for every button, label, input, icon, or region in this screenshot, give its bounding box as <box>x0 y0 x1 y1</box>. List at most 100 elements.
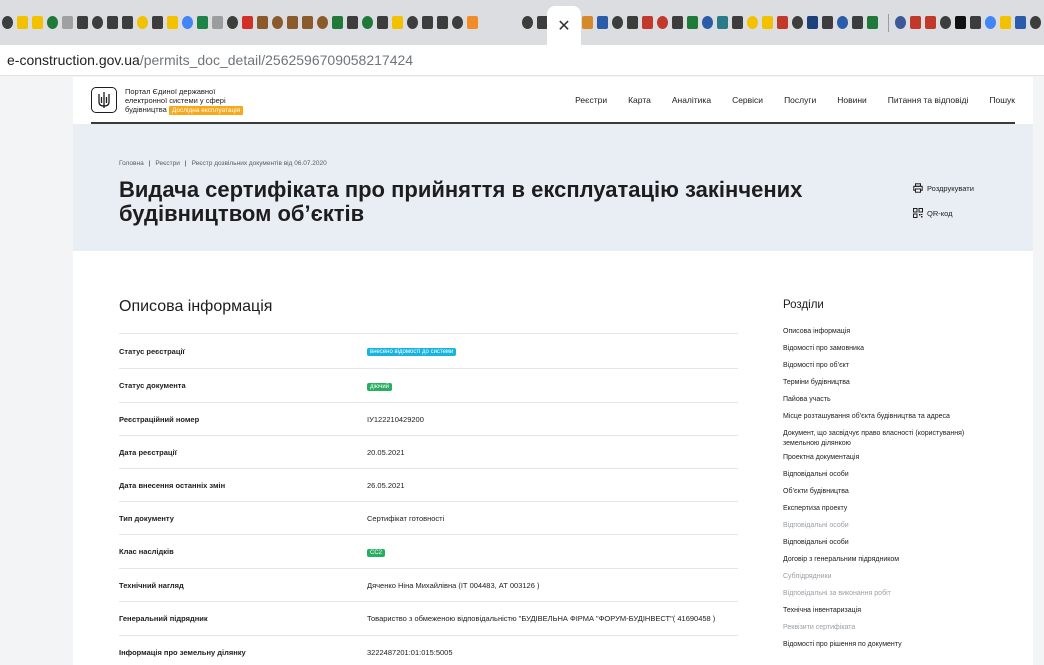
row-value: внесено відомості до системи <box>367 346 737 356</box>
sidebar-item[interactable]: Реквізити сертифіката <box>783 623 993 633</box>
tab-favicon-icon[interactable] <box>182 16 193 29</box>
tab-favicon-icon[interactable] <box>152 16 163 29</box>
tab-favicon-icon[interactable] <box>347 16 358 29</box>
tab-favicon-icon[interactable] <box>777 16 788 29</box>
row-label: Дата внесення останніх змін <box>119 480 226 490</box>
tab-favicon-icon[interactable] <box>167 16 178 29</box>
tab-favicon-icon[interactable] <box>822 16 833 29</box>
tab-favicon-icon[interactable] <box>272 16 283 29</box>
tab-favicon-icon[interactable] <box>17 16 28 29</box>
tab-favicon-icon[interactable] <box>867 16 878 29</box>
tab-favicon-icon[interactable] <box>317 16 328 29</box>
sidebar-item[interactable]: Відповідальні за виконання робіт <box>783 589 993 599</box>
tab-favicon-icon[interactable] <box>687 16 698 29</box>
tab-favicon-icon[interactable] <box>792 16 803 29</box>
tab-favicon-icon[interactable] <box>197 16 208 29</box>
tab-favicon-icon[interactable] <box>362 16 373 29</box>
row-label: Дата реєстрації <box>119 447 177 457</box>
sidebar-item[interactable]: Відповідальні особи <box>783 521 993 531</box>
tab-favicon-icon[interactable] <box>985 16 996 29</box>
tab-favicon-icon[interactable] <box>1000 16 1011 29</box>
sidebar-item[interactable]: Відповідальні особи <box>783 470 993 480</box>
tab-favicon-icon[interactable] <box>582 16 593 29</box>
tab-favicon-icon[interactable] <box>895 16 906 29</box>
tab-favicon-icon[interactable] <box>137 16 148 29</box>
close-tab-icon[interactable]: ✕ <box>557 16 570 36</box>
sidebar-item[interactable]: Експертиза проекту <box>783 504 993 514</box>
tab-favicon-icon[interactable] <box>925 16 936 29</box>
tab-favicon-icon[interactable] <box>522 16 533 29</box>
tab-favicon-icon[interactable] <box>837 16 848 29</box>
tab-favicon-icon[interactable] <box>642 16 653 29</box>
tab-favicon-icon[interactable] <box>407 16 418 29</box>
row-value: ІУ122210429200 <box>367 414 424 424</box>
tab-favicon-icon[interactable] <box>955 16 966 29</box>
tab-favicon-icon[interactable] <box>807 16 818 29</box>
sidebar-item[interactable]: Проектна документація <box>783 453 993 463</box>
table-row: Інформація про земельну ділянку 322248720… <box>119 635 738 665</box>
tab-favicon-icon[interactable] <box>92 16 103 29</box>
sidebar-item[interactable]: Об’єкти будівництва <box>783 487 993 497</box>
sidebar-item[interactable]: Документ, що засвідчує право власності (… <box>783 429 993 449</box>
tab-favicon-icon[interactable] <box>627 16 638 29</box>
sidebar-item[interactable]: Субпідрядники <box>783 572 993 582</box>
tab-favicon-icon[interactable] <box>657 16 668 29</box>
sidebar-title: Розділи <box>783 299 824 311</box>
sidebar-item[interactable]: Місце розташування об’єкта будівництва т… <box>783 412 993 422</box>
sidebar-nav: Описова інформація Відомості про замовник… <box>783 327 993 657</box>
tab-favicon-icon[interactable] <box>437 16 448 29</box>
tab-favicon-icon[interactable] <box>717 16 728 29</box>
tab-favicon-icon[interactable] <box>47 16 58 29</box>
tab-favicon-icon[interactable] <box>1030 16 1041 29</box>
sidebar-item[interactable]: Пайова участь <box>783 395 993 405</box>
tab-favicon-icon[interactable] <box>612 16 623 29</box>
tab-favicon-icon[interactable] <box>332 16 343 29</box>
tab-favicon-icon[interactable] <box>287 16 298 29</box>
row-label: Інформація про земельну ділянку <box>119 647 246 657</box>
sidebar-item[interactable]: Описова інформація <box>783 327 993 337</box>
tab-favicon-icon[interactable] <box>32 16 43 29</box>
tab-favicon-icon[interactable] <box>762 16 773 29</box>
tab-favicon-icon[interactable] <box>702 16 713 29</box>
sidebar-item[interactable]: Відомості про об’єкт <box>783 361 993 371</box>
tab-favicon-icon[interactable] <box>940 16 951 29</box>
tab-favicon-icon[interactable] <box>302 16 313 29</box>
tab-favicon-icon[interactable] <box>597 16 608 29</box>
tab-favicon-icon[interactable] <box>77 16 88 29</box>
sidebar-item[interactable]: Відомості про замовника <box>783 344 993 354</box>
tab-favicon-icon[interactable] <box>377 16 388 29</box>
tab-favicon-icon[interactable] <box>732 16 743 29</box>
tab-favicon-icon[interactable] <box>392 16 403 29</box>
row-value: Сертифікат готовності <box>367 513 445 523</box>
row-value: Дяченко Ніна Михайлівна (ІТ 004483, АТ 0… <box>367 580 540 590</box>
sidebar-item[interactable]: Терміни будівництва <box>783 378 993 388</box>
table-row: Статус реєстрації внесено відомості до си… <box>119 333 738 368</box>
sidebar-item[interactable]: Відомості про рішення по документу <box>783 640 993 650</box>
table-row: Клас наслідків СС2 <box>119 534 738 568</box>
sidebar-item[interactable]: Відповідальні особи <box>783 538 993 548</box>
tab-favicon-icon[interactable] <box>122 16 133 29</box>
tab-favicon-icon[interactable] <box>422 16 433 29</box>
tab-favicon-icon[interactable] <box>257 16 268 29</box>
tab-favicon-icon[interactable] <box>212 16 223 29</box>
tab-favicon-icon[interactable] <box>2 16 13 29</box>
tab-favicon-icon[interactable] <box>107 16 118 29</box>
tab-favicon-icon[interactable] <box>747 16 758 29</box>
tab-favicon-icon[interactable] <box>467 16 478 29</box>
tab-favicon-icon[interactable] <box>852 16 863 29</box>
table-row: Дата реєстрації 20.05.2021 <box>119 435 738 468</box>
tab-favicon-icon[interactable] <box>242 16 253 29</box>
tab-favicon-icon[interactable] <box>910 16 921 29</box>
tab-favicon-icon[interactable] <box>227 16 238 29</box>
sidebar-item[interactable]: Договір з генеральним підрядником <box>783 555 993 565</box>
tab-favicon-icon[interactable] <box>62 16 73 29</box>
url-host: e-construction.gov.ua <box>7 52 140 68</box>
active-tab[interactable]: ✕ <box>547 6 581 45</box>
tab-favicon-icon[interactable] <box>1015 16 1026 29</box>
tab-favicon-icon[interactable] <box>970 16 981 29</box>
address-bar[interactable]: e-construction.gov.ua/permits_doc_detail… <box>0 45 1044 76</box>
tab-favicon-icon[interactable] <box>452 16 463 29</box>
tab-favicon-icon[interactable] <box>672 16 683 29</box>
table-row: Технічний нагляд Дяченко Ніна Михайлівна … <box>119 568 738 601</box>
sidebar-item[interactable]: Технічна інвентаризація <box>783 606 993 616</box>
